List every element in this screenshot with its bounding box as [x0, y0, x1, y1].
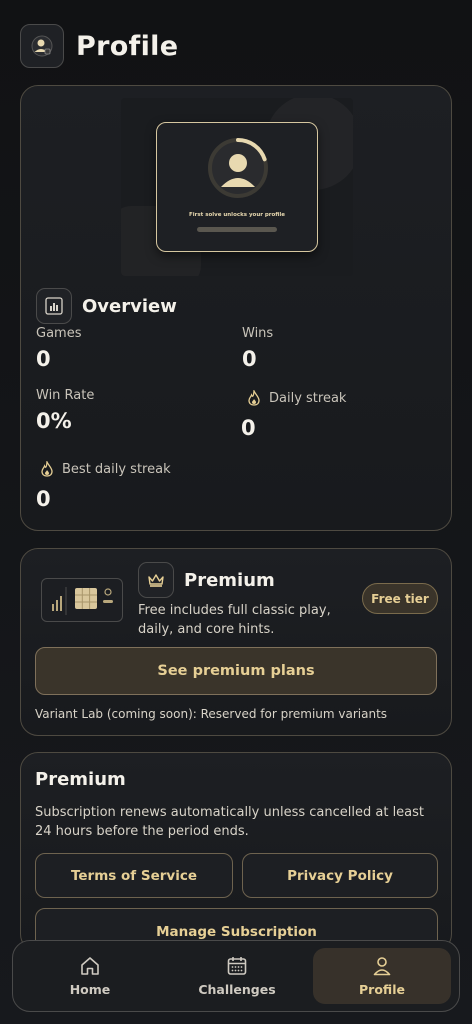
stat-label: Best daily streak: [62, 461, 171, 477]
profile-avatar-icon: [20, 24, 64, 68]
stat-value: 0: [242, 347, 257, 371]
stat-value: 0: [36, 347, 51, 371]
overview-card: First solve unlocks your profile Overvie…: [20, 85, 452, 531]
hero-caption: First solve unlocks your profile: [189, 212, 285, 218]
stat-label: Wins: [242, 326, 274, 341]
bar-chart-icon: [36, 288, 72, 324]
stat-label: Win Rate: [36, 388, 95, 403]
nav-profile[interactable]: Profile: [313, 948, 451, 1004]
stat-win-rate: Win Rate 0%: [36, 388, 94, 433]
premium-card: Premium Free includes full classic play,…: [20, 548, 452, 736]
avatar-head-icon: [229, 154, 247, 172]
variant-lab-note: Variant Lab (coming soon): Reserved for …: [35, 707, 388, 721]
premium-header: Premium: [138, 562, 275, 598]
stat-value: 0: [241, 416, 256, 440]
stat-label: Games: [36, 326, 82, 341]
free-tier-badge: Free tier: [362, 583, 438, 614]
bottom-navigation: Home Challenges Profile: [12, 940, 460, 1012]
nav-challenges[interactable]: Challenges: [168, 948, 306, 1004]
nav-label: Profile: [359, 982, 405, 997]
flame-icon: [248, 390, 260, 406]
stat-best-daily-streak: Best daily streak 0: [36, 461, 171, 511]
stat-wins: Wins 0: [242, 326, 273, 371]
stat-value: 0%: [36, 409, 72, 433]
hero-illustration: First solve unlocks your profile: [121, 98, 353, 276]
crown-icon: [138, 562, 174, 598]
flame-icon: [41, 461, 53, 477]
premium-description: Free includes full classic play, daily, …: [138, 603, 331, 637]
subscription-card: Premium Subscription renews automaticall…: [20, 752, 452, 953]
calendar-icon: [227, 957, 247, 975]
privacy-policy-button[interactable]: Privacy Policy: [242, 853, 438, 898]
nav-home[interactable]: Home: [21, 948, 159, 1004]
user-icon: [373, 957, 391, 976]
premium-title: Premium: [184, 569, 275, 591]
stat-games: Games 0: [36, 326, 81, 371]
subscription-title: Premium: [35, 769, 126, 790]
page-header: Profile: [20, 24, 178, 68]
page-title: Profile: [76, 30, 179, 62]
overview-header: Overview: [36, 288, 177, 324]
terms-of-service-button[interactable]: Terms of Service: [35, 853, 233, 898]
see-premium-plans-button[interactable]: See premium plans: [35, 647, 437, 695]
nav-label: Home: [69, 982, 111, 997]
stat-value: 0: [36, 487, 51, 511]
nav-label: Challenges: [198, 982, 276, 997]
stat-daily-streak: Daily streak 0: [241, 390, 347, 440]
premium-illustration: [41, 578, 123, 622]
subscription-description: Subscription renews automatically unless…: [35, 805, 425, 839]
hero-profile-frame: First solve unlocks your profile: [156, 122, 318, 252]
home-icon: [81, 957, 99, 975]
avatar-progress-ring: [208, 138, 268, 198]
hero-progress-bar: [197, 227, 277, 232]
stat-label: Daily streak: [269, 390, 347, 406]
overview-title: Overview: [82, 295, 177, 317]
